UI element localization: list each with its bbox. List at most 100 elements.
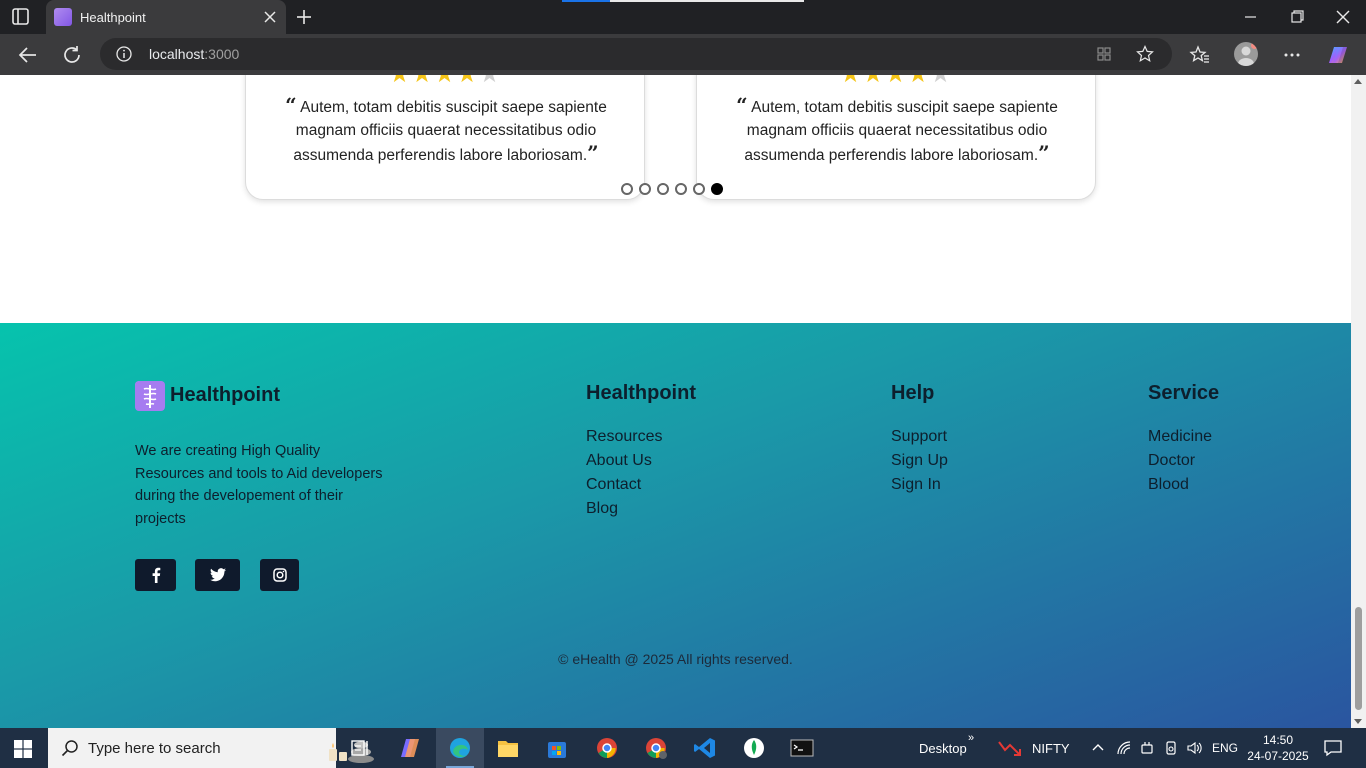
task-view-button[interactable] (336, 728, 384, 768)
search-placeholder: Type here to search (88, 740, 221, 757)
footer-link-sign-up[interactable]: Sign Up (891, 449, 948, 473)
vscode-icon (694, 738, 715, 758)
tab-title: Healthpoint (80, 10, 146, 25)
profile-avatar[interactable] (1234, 42, 1258, 66)
footer-link-doctor[interactable]: Doctor (1148, 449, 1219, 473)
browser-titlebar: Healthpoint (0, 0, 1366, 34)
carousel-dot[interactable] (711, 183, 723, 195)
instagram-icon (272, 568, 287, 582)
footer-column-title: Healthpoint (586, 382, 696, 404)
facebook-button[interactable] (135, 559, 176, 591)
show-hidden-icons-icon[interactable] (1091, 742, 1105, 752)
reload-icon[interactable] (61, 44, 83, 66)
healthpoint-favicon-icon (54, 8, 72, 26)
footer-link-sign-in[interactable]: Sign In (891, 473, 948, 497)
folder-icon (498, 741, 518, 757)
network-icon[interactable] (1116, 740, 1132, 756)
footer-column-service: Service Medicine Doctor Blood (1148, 382, 1219, 497)
device-icon[interactable] (1163, 740, 1179, 756)
more-options-icon[interactable] (1281, 44, 1303, 66)
clock-date: 24-07-2025 (1247, 749, 1309, 763)
page-scrollbar[interactable] (1351, 75, 1366, 728)
taskbar-clock[interactable]: 14:50 24-07-2025 (1247, 732, 1309, 764)
browser-tab[interactable]: Healthpoint (46, 0, 286, 34)
close-window-icon[interactable] (1333, 7, 1353, 27)
favorite-star-icon[interactable] (1136, 45, 1154, 63)
footer-column-title: Service (1148, 382, 1220, 404)
power-plug-icon[interactable] (1139, 740, 1155, 756)
open-quote-icon: “ (285, 93, 297, 117)
scroll-down-icon[interactable] (1354, 719, 1362, 724)
footer-link-about-us[interactable]: About Us (586, 449, 696, 473)
footer-column-title: Help (891, 382, 935, 404)
instagram-button[interactable] (260, 559, 299, 591)
testimonial-quote: “ Autem, totam debitis suscipit saepe sa… (285, 93, 607, 165)
scroll-up-icon[interactable] (1354, 79, 1362, 84)
edge-browser-icon (450, 738, 470, 758)
footer-brand-name: Healthpoint (170, 384, 280, 406)
store-bag-icon (548, 742, 566, 758)
restore-icon[interactable] (1287, 7, 1307, 27)
search-icon (61, 740, 78, 757)
carousel-dot[interactable] (639, 183, 651, 195)
footer-link-blood[interactable]: Blood (1148, 473, 1219, 497)
taskbar-chrome-profile[interactable] (632, 728, 680, 768)
browser-toolbar: localhost:3000 (0, 34, 1366, 75)
windows-start-icon[interactable] (14, 740, 32, 758)
twitter-button[interactable] (195, 559, 240, 591)
chrome-profile-icon (646, 738, 667, 759)
carousel-dot[interactable] (675, 183, 687, 195)
carousel-pagination (621, 183, 731, 197)
star-filled-icon: ★ (840, 75, 863, 88)
clock-time: 14:50 (1262, 733, 1294, 747)
taskbar-vscode[interactable] (681, 728, 729, 768)
desktop-toolbar-label[interactable]: Desktop (919, 741, 967, 756)
taskbar-store[interactable] (533, 728, 581, 768)
footer-link-blog[interactable]: Blog (586, 497, 696, 521)
testimonial-card: ★★★★★ “ Autem, totam debitis suscipit sa… (245, 75, 645, 200)
close-quote-icon: ” (1038, 141, 1050, 165)
rating-stars: ★★★★★ (246, 75, 644, 87)
open-quote-icon: “ (736, 93, 748, 117)
footer-about-text: We are creating High Quality Resources a… (135, 443, 383, 527)
copilot-icon[interactable] (1327, 44, 1349, 66)
tab-actions-icon[interactable] (12, 8, 36, 26)
carousel-dot[interactable] (621, 183, 633, 195)
taskbar-search-box[interactable]: Type here to search (48, 728, 374, 768)
copilot-app-icon (401, 739, 419, 757)
site-info-icon[interactable] (116, 46, 132, 62)
taskbar-edge[interactable] (436, 728, 484, 768)
address-bar[interactable]: localhost:3000 (100, 38, 1172, 70)
volume-icon[interactable] (1186, 740, 1202, 756)
notification-center-icon[interactable] (1324, 739, 1342, 757)
carousel-dot[interactable] (657, 183, 669, 195)
taskbar-mongodb[interactable] (730, 728, 778, 768)
taskbar-file-explorer[interactable] (484, 728, 532, 768)
footer-column-healthpoint: Healthpoint Resources About Us Contact B… (586, 382, 696, 521)
footer-link-contact[interactable]: Contact (586, 473, 696, 497)
language-indicator[interactable]: ENG (1212, 741, 1238, 755)
taskbar-chrome[interactable] (583, 728, 631, 768)
taskbar-copilot[interactable] (386, 728, 434, 768)
scrollbar-thumb[interactable] (1355, 607, 1362, 710)
page-loading-bar (562, 0, 804, 2)
app-available-icon[interactable] (1096, 46, 1112, 62)
notification-dot (1251, 42, 1258, 49)
footer-link-resources[interactable]: Resources (586, 425, 696, 449)
favorites-icon[interactable] (1189, 44, 1211, 66)
footer-link-support[interactable]: Support (891, 425, 948, 449)
close-quote-icon: ” (587, 141, 599, 165)
toolbar-expand-icon[interactable]: » (968, 732, 974, 744)
twitter-icon (209, 568, 226, 582)
footer-link-medicine[interactable]: Medicine (1148, 425, 1219, 449)
new-tab-icon[interactable] (294, 7, 314, 27)
taskbar-terminal[interactable] (778, 728, 826, 768)
mongodb-leaf-icon (744, 738, 764, 758)
stock-ticker-label[interactable]: NIFTY (1032, 741, 1070, 756)
caduceus-logo-icon (135, 381, 165, 411)
carousel-dot[interactable] (693, 183, 705, 195)
minimize-icon[interactable] (1241, 7, 1261, 27)
close-tab-icon[interactable] (262, 9, 278, 25)
back-icon[interactable] (17, 44, 39, 66)
chrome-icon (597, 738, 617, 758)
